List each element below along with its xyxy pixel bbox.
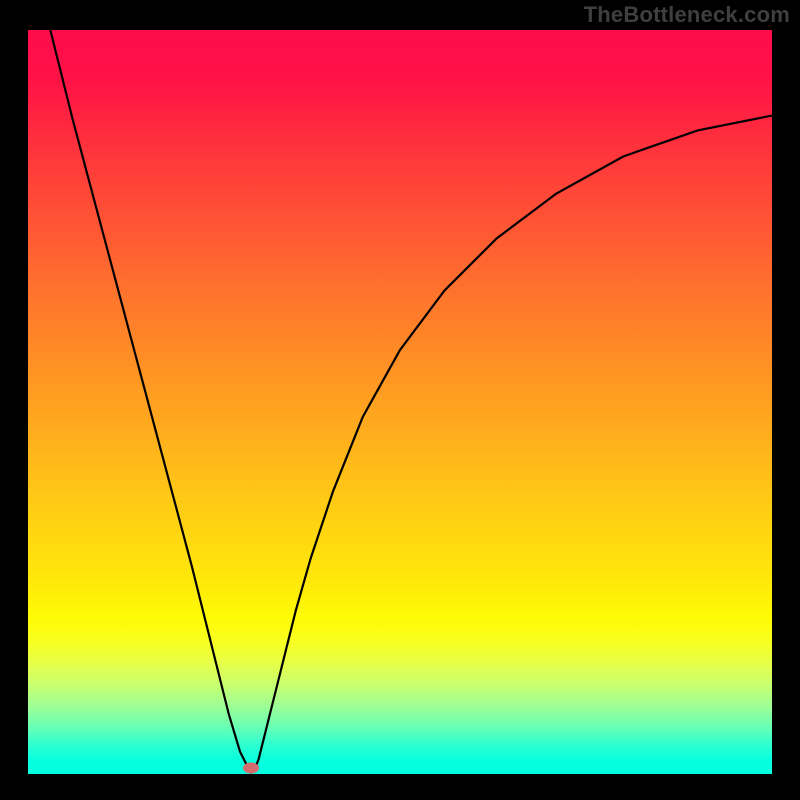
bottleneck-curve — [50, 30, 772, 773]
plot-area — [28, 30, 772, 774]
chart-frame: TheBottleneck.com — [0, 0, 800, 800]
watermark-text: TheBottleneck.com — [584, 2, 790, 28]
curve-svg — [28, 30, 772, 774]
minimum-marker — [243, 763, 259, 774]
